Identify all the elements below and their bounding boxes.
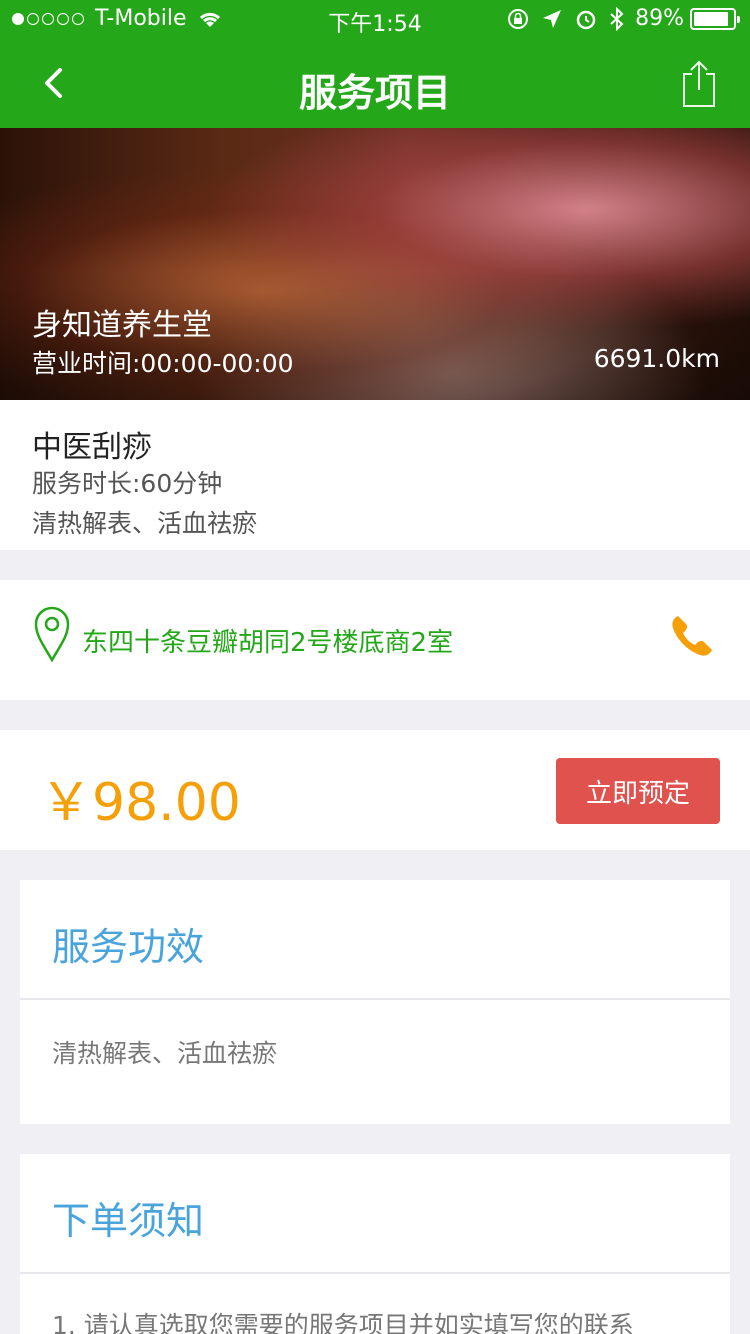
service-info-section: 中医刮痧 服务时长:60分钟 清热解表、活血祛瘀 <box>0 400 750 550</box>
phone-icon[interactable] <box>668 612 716 660</box>
alarm-icon <box>576 10 596 29</box>
effect-card-title: 服务功效 <box>52 925 205 969</box>
service-name: 中医刮痧 <box>32 430 152 465</box>
rotation-lock-icon <box>508 8 529 29</box>
effect-card-body: 清热解表、活血祛瘀 <box>52 1039 278 1068</box>
notice-card-body: 1. 请认真选取您需要的服务项目并如实填写您的联系 <box>52 1311 634 1334</box>
address-row[interactable]: 东四十条豆瓣胡同2号楼底商2室 <box>0 580 750 700</box>
price-bar: ￥98.00 立即预定 <box>0 730 750 850</box>
bluetooth-icon <box>610 6 624 31</box>
status-bar: T-Mobile 下午1:54 89% <box>0 0 750 40</box>
effect-card: 服务功效 清热解表、活血祛瘀 <box>20 880 730 1124</box>
share-icon[interactable] <box>674 56 724 110</box>
battery-level-fill <box>694 11 728 26</box>
service-duration: 服务时长:60分钟 <box>32 469 223 498</box>
service-price: ￥98.00 <box>40 773 241 833</box>
notice-card: 下单须知 1. 请认真选取您需要的服务项目并如实填写您的联系 <box>20 1154 730 1334</box>
effect-card-header: 服务功效 <box>20 880 730 1000</box>
service-summary: 清热解表、活血祛瘀 <box>32 509 258 538</box>
notice-card-header: 下单须知 <box>20 1154 730 1274</box>
navigation-bar: 服务项目 <box>0 40 750 128</box>
shop-distance: 6691.0km <box>593 344 720 373</box>
battery-icon <box>690 7 740 30</box>
book-now-button[interactable]: 立即预定 <box>556 758 720 824</box>
shop-name: 身知道养生堂 <box>32 308 212 343</box>
page-title: 服务项目 <box>298 71 451 115</box>
business-hours: 营业时间:00:00-00:00 <box>32 349 294 378</box>
shop-hero-image: 身知道养生堂 营业时间:00:00-00:00 6691.0km <box>0 128 750 400</box>
status-right: 89% <box>507 6 740 31</box>
address-text[interactable]: 东四十条豆瓣胡同2号楼底商2室 <box>82 622 453 659</box>
location-arrow-icon <box>543 9 562 28</box>
battery-percent: 89% <box>635 6 684 31</box>
notice-card-title: 下单须知 <box>52 1199 205 1243</box>
location-pin-icon <box>34 606 70 662</box>
